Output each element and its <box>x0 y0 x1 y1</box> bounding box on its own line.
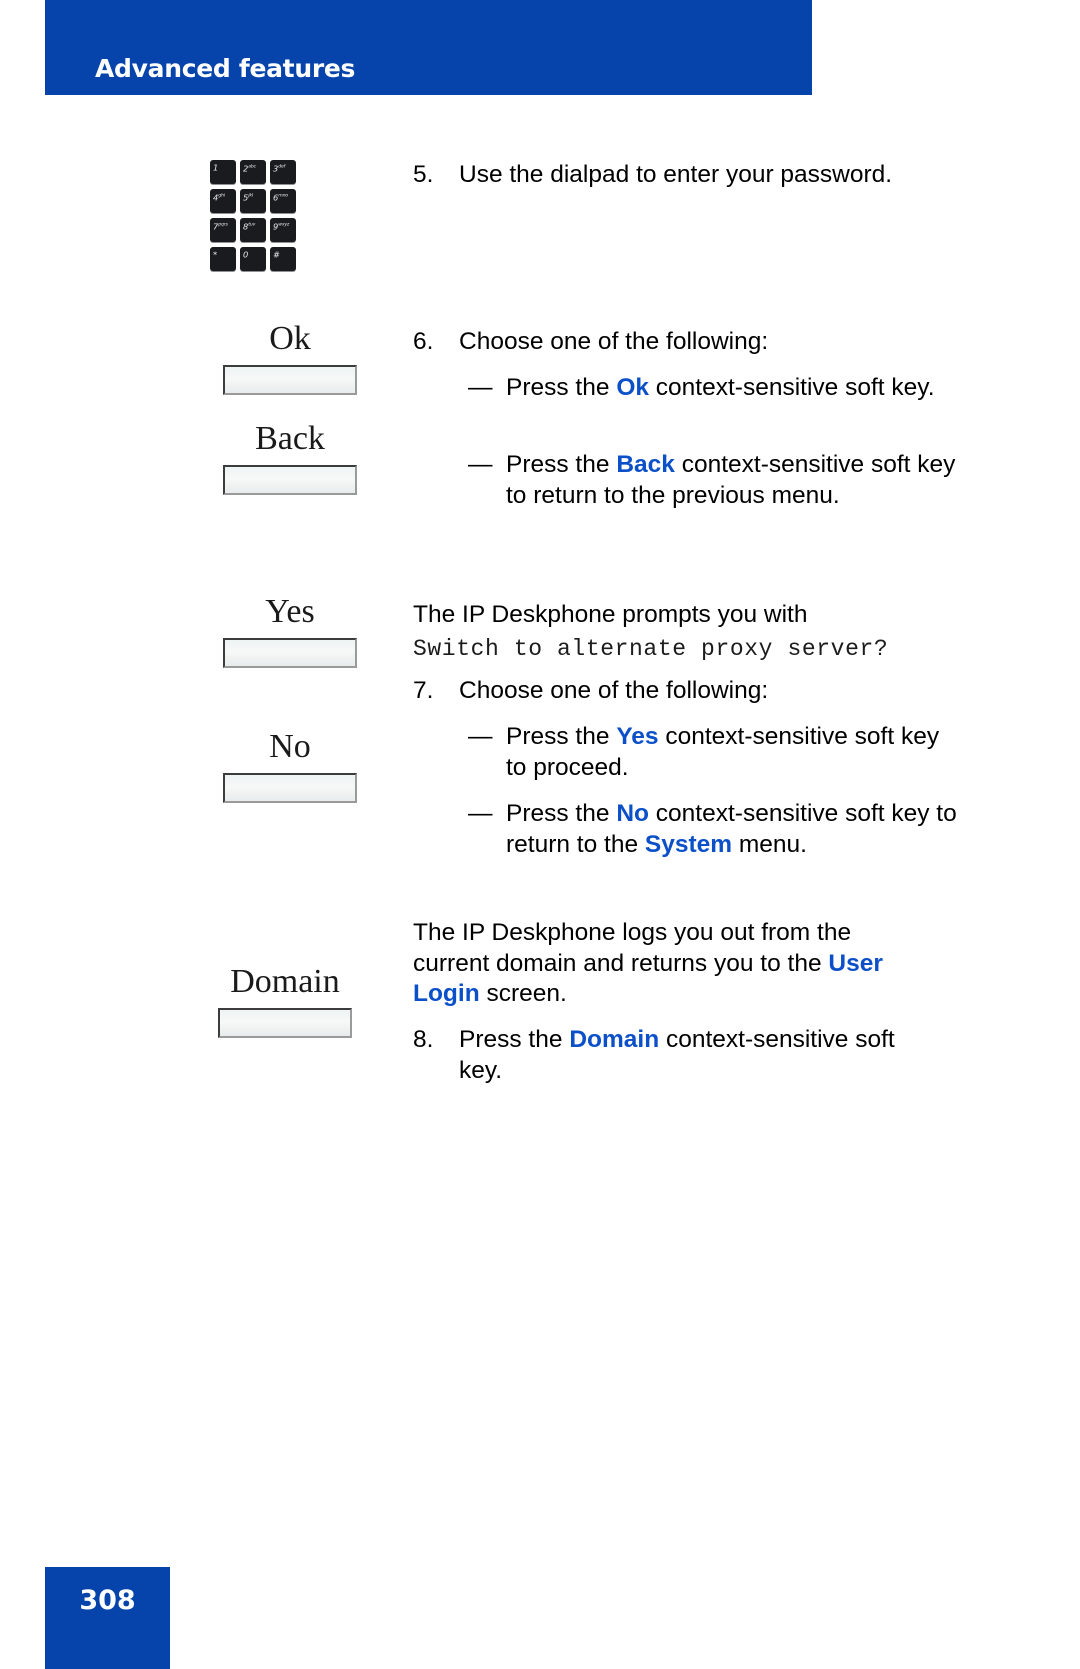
dialpad-key-1[interactable]: 1 <box>210 160 236 184</box>
text-suffix: menu. <box>732 830 807 858</box>
device-prompt-text: Switch to alternate proxy server? <box>413 636 889 662</box>
step-7-item-yes-text: Press the Yes context-sensitive soft key… <box>506 722 958 783</box>
text-prefix: Press the <box>506 374 617 401</box>
dialpad-key-label: 0 <box>243 251 249 261</box>
prompt-intro-paragraph: The IP Deskphone prompts you with <box>413 601 808 628</box>
text-prefix: Press the <box>506 451 617 478</box>
softkey-ok-button[interactable] <box>223 365 357 395</box>
dialpad-key-8[interactable]: 8tuv <box>240 218 266 242</box>
softkey-ok-label: Ok <box>269 320 311 357</box>
dash-marker: — <box>468 800 493 827</box>
dialpad-key-label: 1 <box>213 164 219 174</box>
dialpad-key-label: 7pqrs <box>213 222 228 233</box>
dialpad-key-label: 4ghi <box>213 193 225 204</box>
step-6-text: Choose one of the following: <box>459 328 769 355</box>
dialpad-icon: 1 2abc 3def 4ghi 5jkl 6mno 7pqrs 8tuv 9wxyz * 0 # <box>210 160 298 271</box>
step-6: 6. Choose one of the following: <box>413 327 943 358</box>
dialpad-key-5[interactable]: 5jkl <box>240 189 266 213</box>
dialpad-key-hash[interactable]: # <box>270 247 296 271</box>
dialpad-key-letters: tuv <box>248 222 256 228</box>
dialpad-key-label: 6mno <box>273 193 288 204</box>
dialpad-key-label: 2abc <box>243 164 256 175</box>
dialpad-key-letters: abc <box>248 164 256 170</box>
softkey-no-button[interactable] <box>223 773 357 803</box>
dialpad-key-2[interactable]: 2abc <box>240 160 266 184</box>
softkey-no[interactable]: No <box>195 728 385 803</box>
keyword-yes: Yes <box>616 723 659 750</box>
step-7-item-yes: — Press the Yes context-sensitive soft k… <box>413 722 958 783</box>
text-prefix: Press the <box>459 1026 570 1053</box>
logout-paragraph: The IP Deskphone logs you out from the c… <box>413 918 923 1010</box>
text-suffix: context-sensitive soft key. <box>649 374 935 401</box>
dialpad-key-label: * <box>213 251 218 261</box>
step-8-number: 8. <box>413 1026 434 1053</box>
softkey-domain-button[interactable] <box>218 1008 352 1038</box>
softkey-back-button[interactable] <box>223 465 357 495</box>
step-5: 5. Use the dialpad to enter your passwor… <box>413 160 943 191</box>
step-6-number: 6. <box>413 328 434 355</box>
step-7-text: Choose one of the following: <box>459 677 769 704</box>
softkey-back[interactable]: Back <box>195 420 385 495</box>
page-number: 308 <box>79 1585 136 1616</box>
text-suffix: screen. <box>479 980 567 1007</box>
dialpad-key-letters: wxyz <box>278 222 290 228</box>
step-5-number: 5. <box>413 161 434 188</box>
text-prefix: Press the <box>506 723 617 750</box>
softkey-domain-label: Domain <box>230 963 340 1000</box>
step-8-text: Press the Domain context-sensitive soft … <box>459 1025 943 1086</box>
dialpad-key-star[interactable]: * <box>210 247 236 271</box>
softkey-ok[interactable]: Ok <box>195 320 385 395</box>
page-header-bar: Advanced features <box>45 0 812 95</box>
step-7-number: 7. <box>413 677 434 704</box>
text-prefix: Press the <box>506 800 617 827</box>
footer-page-block: 308 <box>45 1567 170 1669</box>
step-5-text: Use the dialpad to enter your password. <box>459 161 893 188</box>
manual-page: Advanced features 1 2abc 3def 4ghi 5jkl 6mno 7… <box>0 0 1080 1669</box>
step-8: 8. Press the Domain context-sensitive so… <box>413 1025 943 1086</box>
dialpad-key-letters: ghi <box>218 193 225 199</box>
dialpad-key-letters: pqrs <box>218 222 228 228</box>
dialpad-key-label: # <box>273 251 280 261</box>
dialpad-key-label: 9wxyz <box>273 222 290 233</box>
keyword-domain: Domain <box>569 1026 660 1053</box>
dialpad-key-label: 8tuv <box>243 222 256 233</box>
step-6-item-back-text: Press the Back context-sensitive soft ke… <box>506 450 958 511</box>
step-6-item-ok: — Press the Ok context-sensitive soft ke… <box>413 373 958 404</box>
keyword-no: No <box>616 800 649 827</box>
page-title: Advanced features <box>95 54 356 83</box>
dialpad-key-letters: jkl <box>248 193 253 199</box>
dialpad-key-label: 3def <box>273 164 286 175</box>
step-7-item-no-text: Press the No context-sensitive soft key … <box>506 799 958 860</box>
dialpad-key-letters: mno <box>278 193 288 199</box>
dash-marker: — <box>468 451 493 478</box>
softkey-yes-label: Yes <box>265 593 315 630</box>
step-6-item-ok-text: Press the Ok context-sensitive soft key. <box>506 373 958 404</box>
dialpad-key-9[interactable]: 9wxyz <box>270 218 296 242</box>
softkey-no-label: No <box>269 728 311 765</box>
dialpad-key-4[interactable]: 4ghi <box>210 189 236 213</box>
dash-marker: — <box>468 374 493 401</box>
step-7-item-no: — Press the No context-sensitive soft ke… <box>413 799 958 860</box>
dialpad-key-6[interactable]: 6mno <box>270 189 296 213</box>
step-7: 7. Choose one of the following: <box>413 676 943 707</box>
keyword-back: Back <box>616 451 675 478</box>
softkey-yes[interactable]: Yes <box>195 593 385 668</box>
dialpad-key-letters: def <box>278 164 286 170</box>
dash-marker: — <box>468 723 493 750</box>
dialpad-key-label: 5jkl <box>243 193 253 204</box>
keyword-ok: Ok <box>616 374 649 401</box>
keyword-system: System <box>644 830 733 858</box>
softkey-back-label: Back <box>255 420 325 457</box>
step-6-item-back: — Press the Back context-sensitive soft … <box>413 450 958 511</box>
text-prefix: The IP Deskphone logs you out from the c… <box>413 919 852 977</box>
dialpad-key-0[interactable]: 0 <box>240 247 266 271</box>
softkey-yes-button[interactable] <box>223 638 357 668</box>
dialpad-key-3[interactable]: 3def <box>270 160 296 184</box>
softkey-domain[interactable]: Domain <box>190 963 380 1038</box>
dialpad-key-7[interactable]: 7pqrs <box>210 218 236 242</box>
